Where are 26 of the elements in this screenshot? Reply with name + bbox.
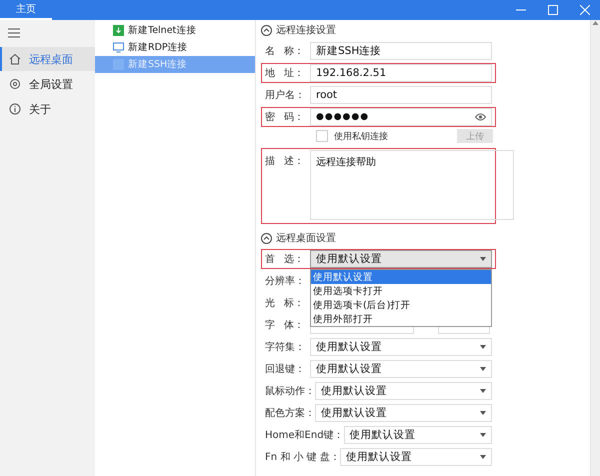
field-label: 名 称： xyxy=(265,45,306,58)
field-label: 地 址： xyxy=(265,66,306,80)
dropdown-value: 使用默认设置 xyxy=(316,340,382,354)
field-label: 配色方案： xyxy=(265,406,315,420)
section-title: 远程桌面设置 xyxy=(276,232,336,245)
field-label: 首 选： xyxy=(265,252,306,266)
section-title: 远程连接设置 xyxy=(276,24,336,37)
field-label: Home和End键： xyxy=(265,428,344,442)
dropdown-value: 使用默认设置 xyxy=(321,406,387,420)
field-value: ●●●●●● xyxy=(316,112,370,122)
field-label: 描 述： xyxy=(265,154,306,168)
dropdown-value: 使用默认设置 xyxy=(316,362,382,376)
field-label: 字 体： xyxy=(265,318,306,332)
field-label: 鼠标动作： xyxy=(265,384,315,398)
field-label: 字符集： xyxy=(265,340,306,354)
checkbox-label: 使用私钥连接 xyxy=(334,130,389,142)
dropdown-value: 使用默认设置 xyxy=(350,428,416,442)
dropdown-value: 使用默认设置 xyxy=(321,384,387,398)
field-label: 密 码： xyxy=(265,110,306,124)
field-label: 回退键： xyxy=(265,362,306,376)
dropdown-value: 使用默认设置 xyxy=(316,252,382,266)
dropdown-value: 使用默认设置 xyxy=(346,450,412,464)
field-label: 分辨率： xyxy=(265,274,306,288)
field-label: 用户名： xyxy=(265,88,306,102)
field-label: 光 标： xyxy=(265,296,306,310)
field-label: Fn 和 小 键 盘： xyxy=(265,450,340,464)
